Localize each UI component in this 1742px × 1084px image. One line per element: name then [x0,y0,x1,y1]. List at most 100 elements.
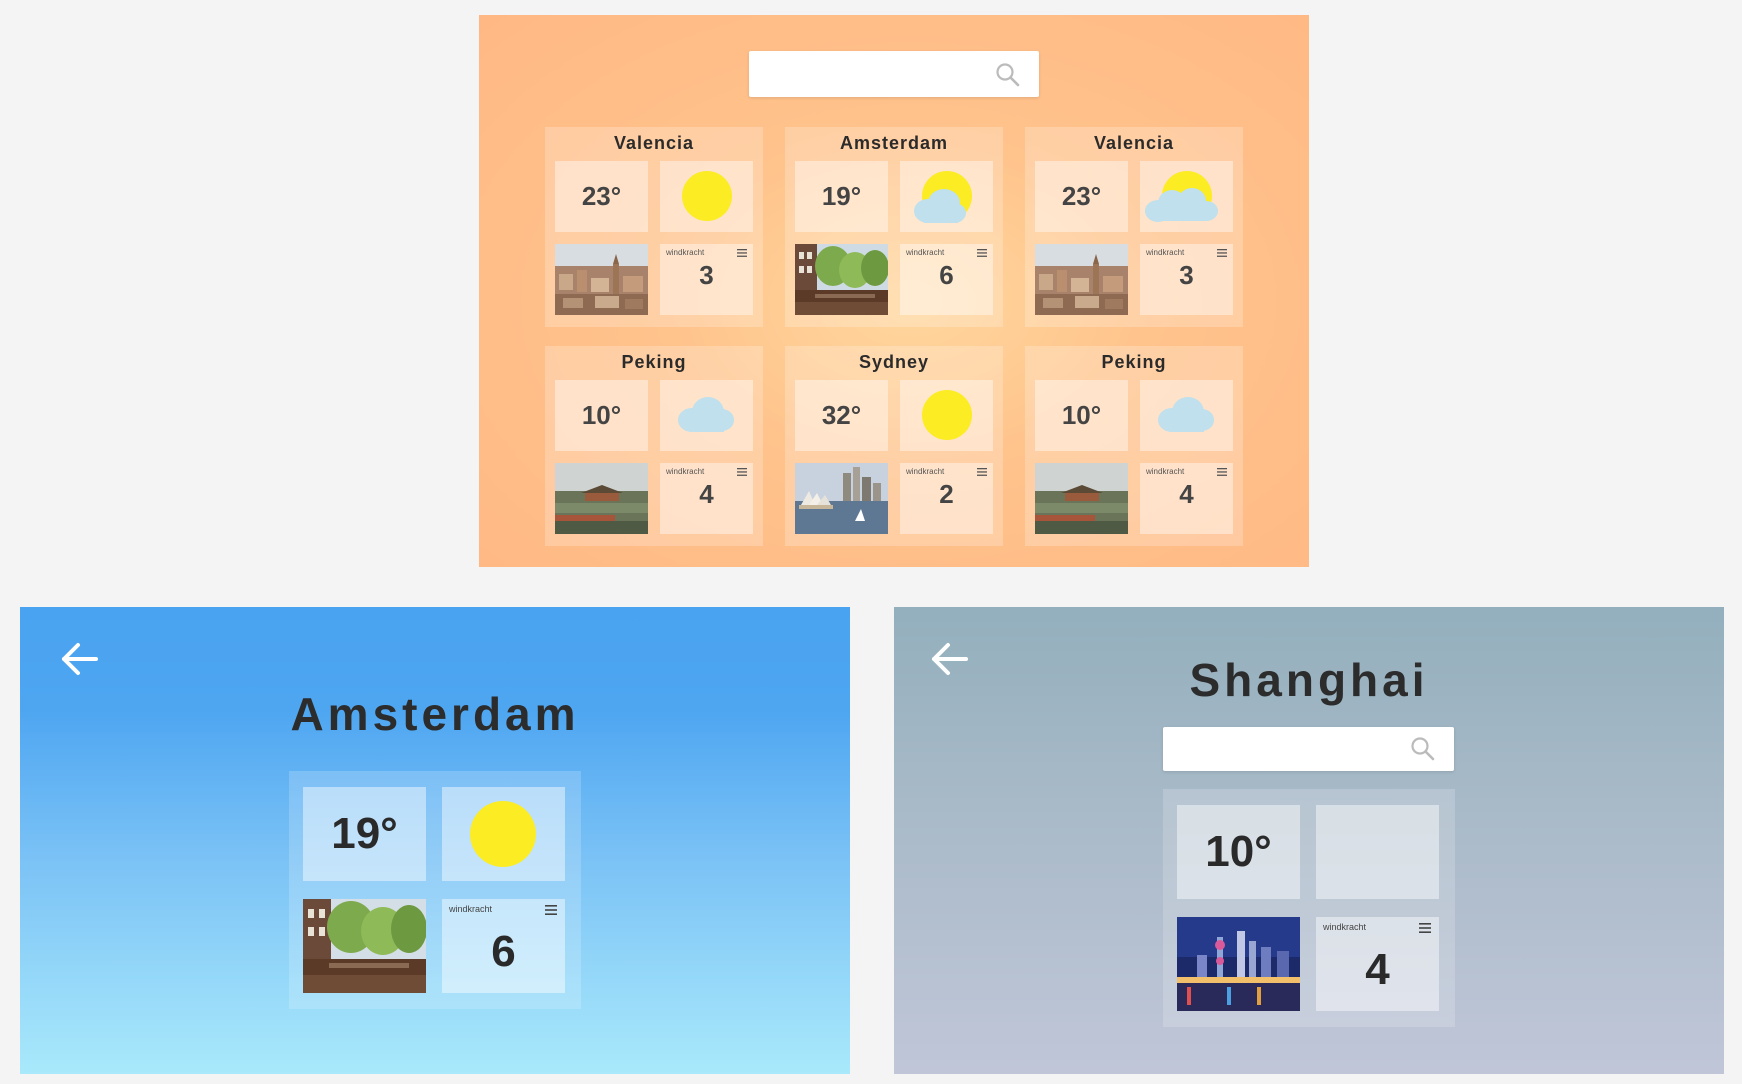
wind-value: 6 [491,927,516,976]
arrow-left-icon[interactable] [58,637,102,681]
sun-icon [682,171,732,221]
temperature-tile: 19° [303,787,426,881]
wind-label: windkracht [906,467,945,476]
cloud-icon [1158,397,1214,432]
search-icon[interactable] [1410,736,1436,762]
weather-tile [1316,805,1439,899]
search-field[interactable] [759,59,979,89]
temperature-value: 19° [821,181,862,211]
city-card[interactable]: Valencia 23° windkracht 3 [1025,127,1243,327]
temperature-value: 23° [1061,181,1102,211]
city-name: Peking [1101,352,1167,372]
city-photo [303,899,426,993]
cloud-icon [678,397,734,432]
city-name: Valencia [613,133,695,153]
wind-label: windkracht [1146,248,1185,257]
city-photo-tile [1177,917,1300,1011]
weather-tile [900,380,993,451]
wind-label: windkracht [449,904,493,914]
page-title: Shanghai [1189,654,1429,706]
city-photo [1035,244,1128,315]
amsterdam-detail-screen: Amsterdam 19° windkracht 6 [20,607,850,1074]
city-card-grid: Valencia 23° windkracht 3 Amsterdam 19° … [545,127,1243,546]
city-name: Amsterdam [839,133,949,153]
wind-tile: windkracht 6 [442,899,565,993]
wind-label: windkracht [906,248,945,257]
city-photo [555,244,648,315]
wind-label: windkracht [1323,922,1367,932]
wind-value: 2 [939,479,954,509]
menu-icon[interactable] [977,249,987,257]
weather-card: 10° windkracht 4 [1163,789,1455,1027]
temperature-value: 23° [581,181,622,211]
weather-tile [1140,161,1233,232]
temperature-value: 32° [821,400,862,430]
wind-tile: windkracht 4 [660,463,753,534]
wind-value: 3 [1179,260,1194,290]
city-photo [1035,463,1128,534]
sun-icon [922,390,972,440]
temperature-tile: 23° [1035,161,1128,232]
menu-icon[interactable] [1217,468,1227,476]
temperature-value: 10° [581,400,622,430]
city-photo-tile [555,244,648,315]
wind-tile: windkracht 6 [900,244,993,315]
search-input[interactable] [1163,727,1454,771]
city-photo-tile [1035,463,1128,534]
page-title: Amsterdam [290,688,580,740]
temperature-tile: 10° [555,380,648,451]
cloud-icon [1145,188,1218,222]
city-photo [795,463,888,534]
wind-label: windkracht [666,248,705,257]
wind-value: 4 [699,479,714,509]
temperature-tile: 19° [795,161,888,232]
city-card[interactable]: Sydney 32° windkracht 2 [785,346,1003,546]
temperature-value: 10° [1205,827,1272,876]
menu-icon[interactable] [545,905,557,915]
city-photo [1177,917,1300,1011]
weather-tile [442,787,565,881]
overview-screen: Valencia 23° windkracht 3 Amsterdam 19° … [479,15,1309,567]
weather-tile [660,161,753,232]
temperature-tile: 10° [1035,380,1128,451]
city-photo-tile [303,899,426,993]
menu-icon[interactable] [737,468,747,476]
city-photo [555,463,648,534]
menu-icon[interactable] [977,468,987,476]
wind-tile: windkracht 3 [660,244,753,315]
wind-tile: windkracht 4 [1140,463,1233,534]
city-photo-tile [795,463,888,534]
search-field[interactable] [1173,734,1393,764]
wind-tile: windkracht 2 [900,463,993,534]
cloud-icon [914,189,966,223]
temperature-value: 19° [331,809,398,858]
wind-value: 6 [939,260,954,290]
city-card[interactable]: Amsterdam 19° windkracht 6 [785,127,1003,327]
city-photo [795,244,888,315]
sun-icon [470,801,536,867]
wind-label: windkracht [1146,467,1185,476]
wind-tile: windkracht 4 [1316,917,1439,1011]
temperature-value: 10° [1061,400,1102,430]
temperature-tile: 10° [1177,805,1300,899]
weather-card: 19° windkracht 6 [289,771,581,1009]
city-card[interactable]: Peking 10° windkracht 4 [1025,346,1243,546]
city-photo-tile [795,244,888,315]
menu-icon[interactable] [1419,923,1431,933]
city-photo-tile [1035,244,1128,315]
temperature-tile: 23° [555,161,648,232]
search-input[interactable] [749,51,1039,97]
wind-value: 3 [699,260,714,290]
weather-tile [900,161,993,232]
wind-label: windkracht [666,467,705,476]
search-icon[interactable] [995,62,1021,88]
menu-icon[interactable] [737,249,747,257]
city-card[interactable]: Peking 10° windkracht 4 [545,346,763,546]
city-card[interactable]: Valencia 23° windkracht 3 [545,127,763,327]
weather-tile [660,380,753,451]
menu-icon[interactable] [1217,249,1227,257]
temperature-tile: 32° [795,380,888,451]
city-name: Peking [621,352,687,372]
wind-value: 4 [1365,945,1390,994]
weather-tile [1140,380,1233,451]
